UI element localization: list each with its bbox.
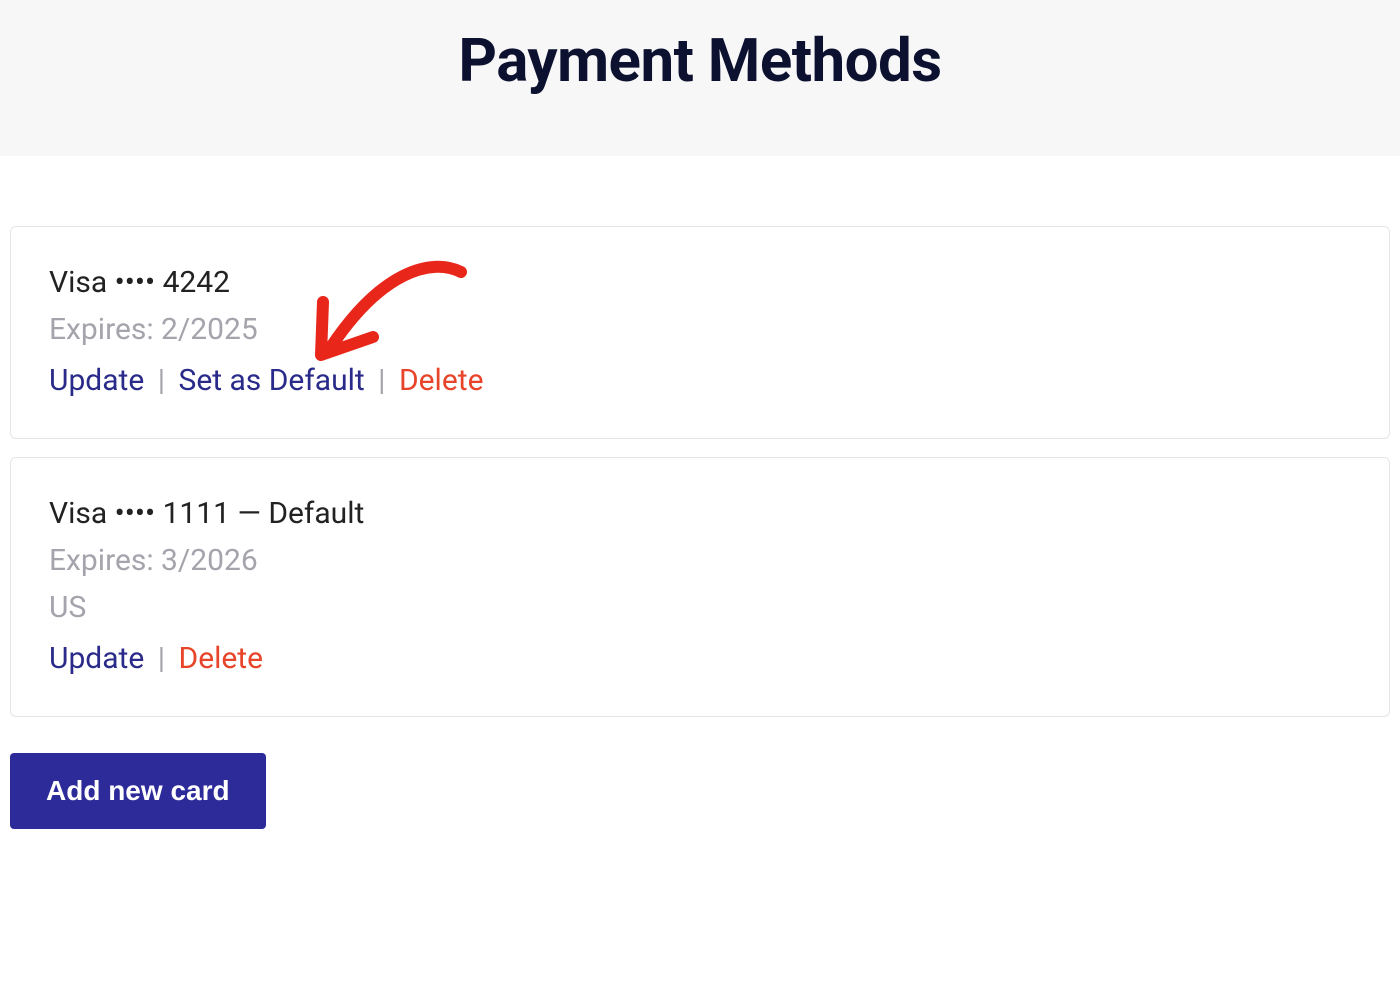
- payment-card: Visa •••• 1111 — Default Expires: 3/2026…: [10, 457, 1390, 717]
- card-expiry: Expires: 2/2025: [49, 312, 1351, 347]
- delete-link[interactable]: Delete: [179, 641, 264, 676]
- action-separator: |: [378, 363, 385, 398]
- page-title: Payment Methods: [20, 25, 1380, 96]
- card-brand-last4: Visa •••• 4242: [49, 265, 1351, 300]
- update-link[interactable]: Update: [49, 641, 144, 676]
- payment-card: Visa •••• 4242 Expires: 2/2025 Update | …: [10, 226, 1390, 439]
- set-default-link[interactable]: Set as Default: [179, 363, 365, 398]
- update-link[interactable]: Update: [49, 363, 144, 398]
- action-separator: |: [158, 363, 165, 398]
- page-header: Payment Methods: [0, 0, 1400, 156]
- card-actions: Update | Delete: [49, 641, 1351, 676]
- card-actions: Update | Set as Default | Delete: [49, 363, 1351, 398]
- card-expiry: Expires: 3/2026: [49, 543, 1351, 578]
- action-separator: |: [158, 641, 165, 676]
- delete-link[interactable]: Delete: [399, 363, 484, 398]
- card-brand-last4: Visa •••• 1111 — Default: [49, 496, 1351, 531]
- add-card-button[interactable]: Add new card: [10, 753, 266, 829]
- payment-methods-content: Visa •••• 4242 Expires: 2/2025 Update | …: [0, 156, 1400, 869]
- annotation-arrow-icon: [301, 237, 481, 377]
- card-country: US: [49, 590, 1351, 625]
